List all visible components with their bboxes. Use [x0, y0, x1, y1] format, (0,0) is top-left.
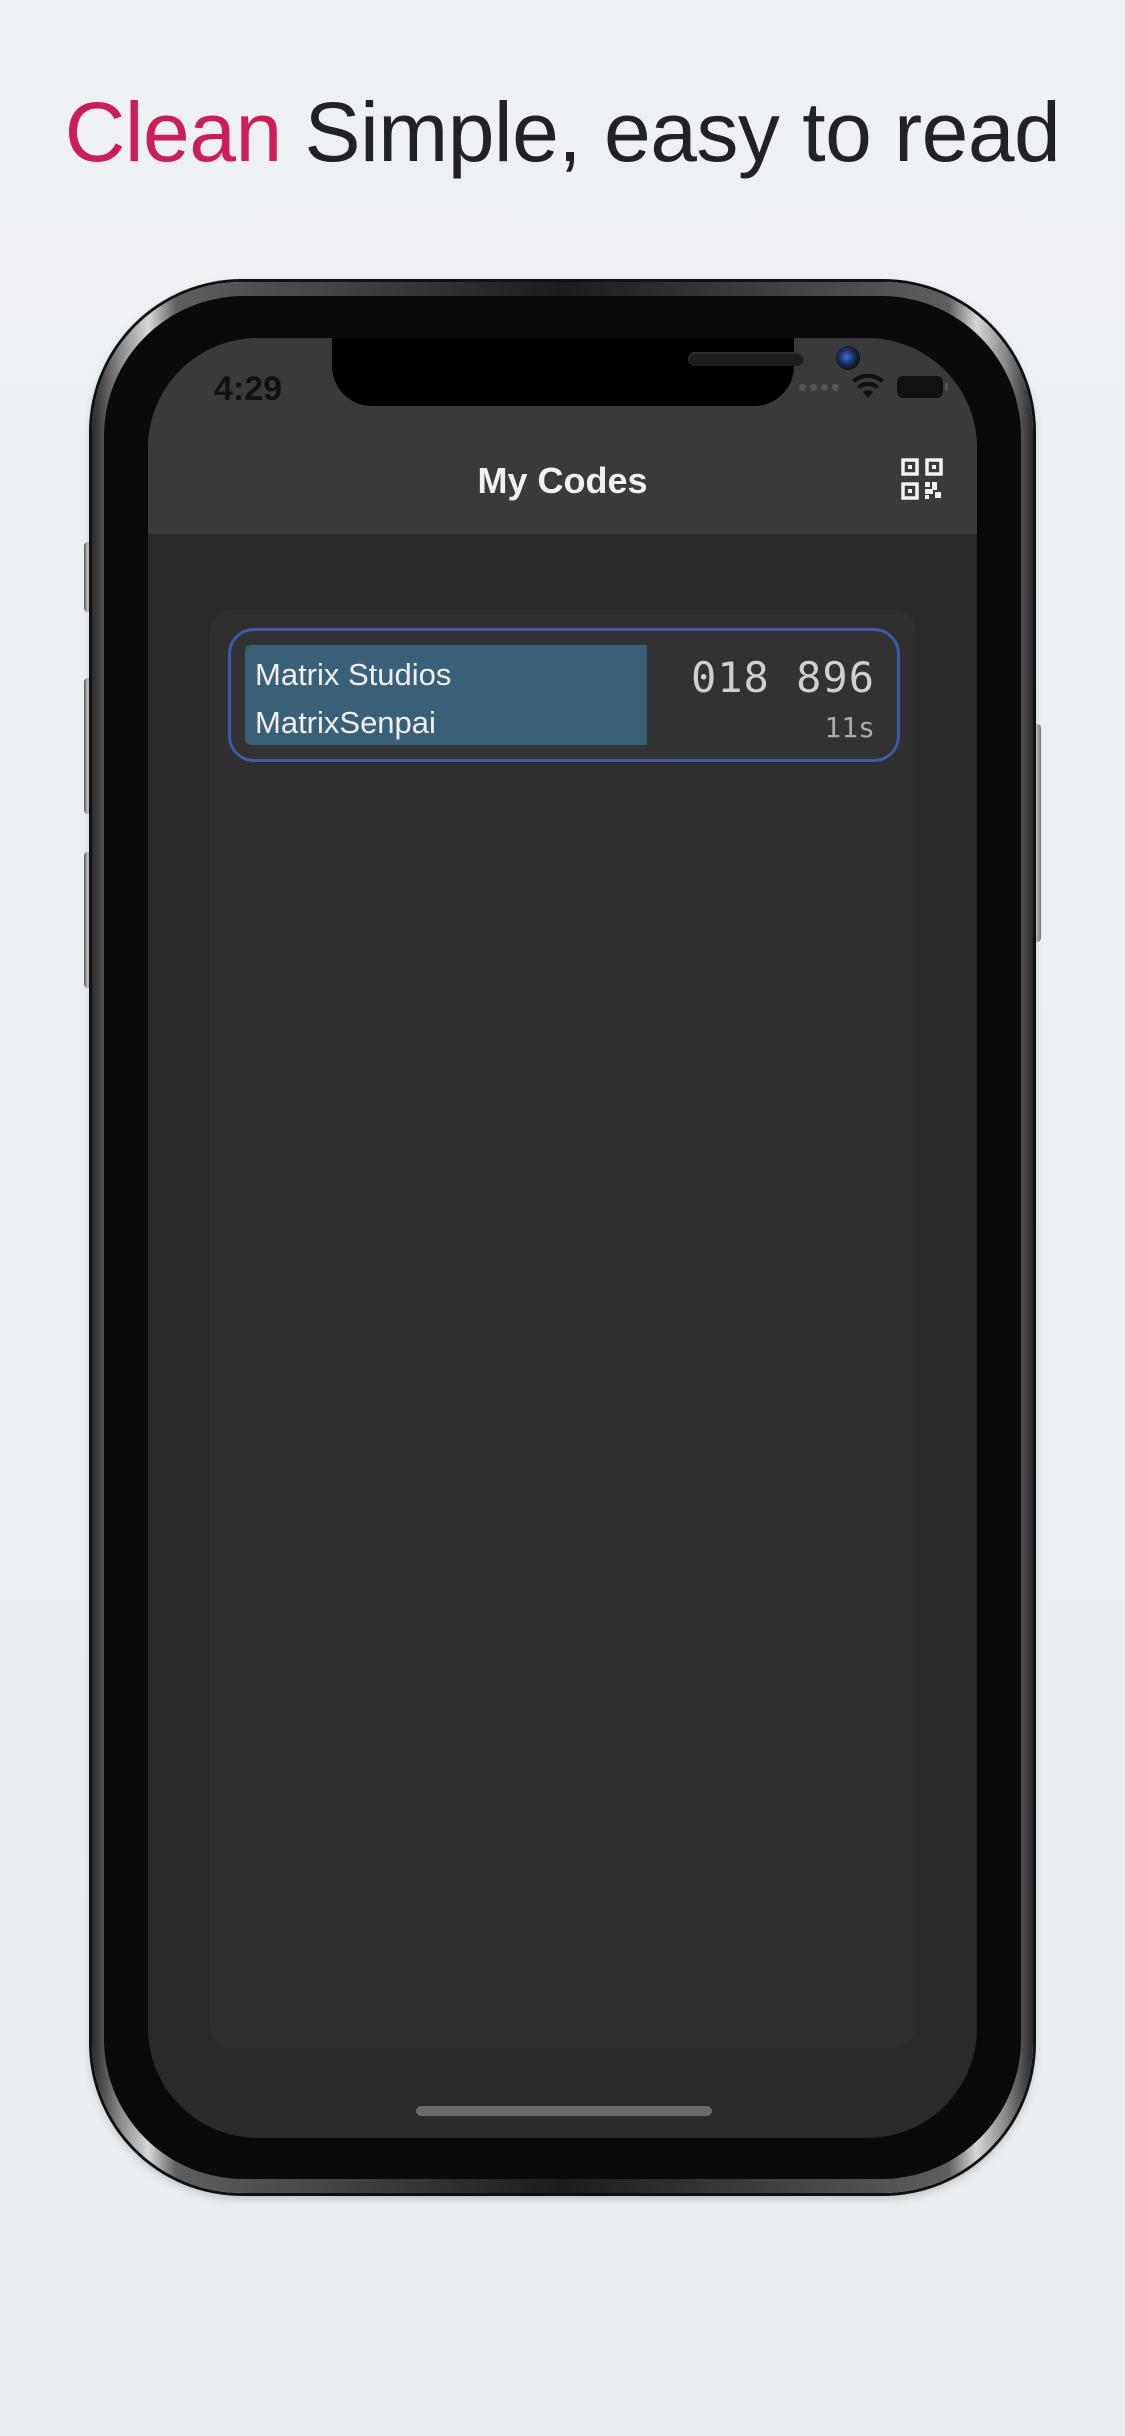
countdown-timer: 11s: [824, 711, 875, 744]
battery-icon: [897, 376, 948, 398]
home-indicator[interactable]: [416, 2106, 712, 2116]
issuer-label: Matrix Studios: [255, 657, 452, 692]
page-title: My Codes: [477, 460, 648, 501]
codes-list: [210, 610, 916, 2048]
wifi-icon: [852, 374, 884, 398]
phone-screen: 4:29 My Codes Matrix Studios MatrixSenpa…: [148, 338, 977, 2138]
notch: [332, 338, 860, 406]
speaker-grille: [688, 352, 804, 366]
otp-code[interactable]: 018 896: [691, 653, 875, 702]
headline-accent: Clean: [64, 85, 282, 179]
signal-dots-icon: [799, 383, 839, 391]
status-icons: [799, 374, 948, 400]
qr-code-icon[interactable]: [901, 458, 943, 500]
navigation-bar: 4:29 My Codes: [148, 338, 977, 534]
power-button: [1032, 724, 1041, 942]
account-label: MatrixSenpai: [255, 705, 436, 740]
front-camera: [836, 346, 860, 370]
headline-rest: Simple, easy to read: [281, 85, 1061, 179]
status-time: 4:29: [214, 370, 283, 408]
code-card[interactable]: Matrix Studios MatrixSenpai 018 896 11s: [228, 628, 900, 762]
headline: Clean Simple, easy to read: [0, 82, 1125, 182]
